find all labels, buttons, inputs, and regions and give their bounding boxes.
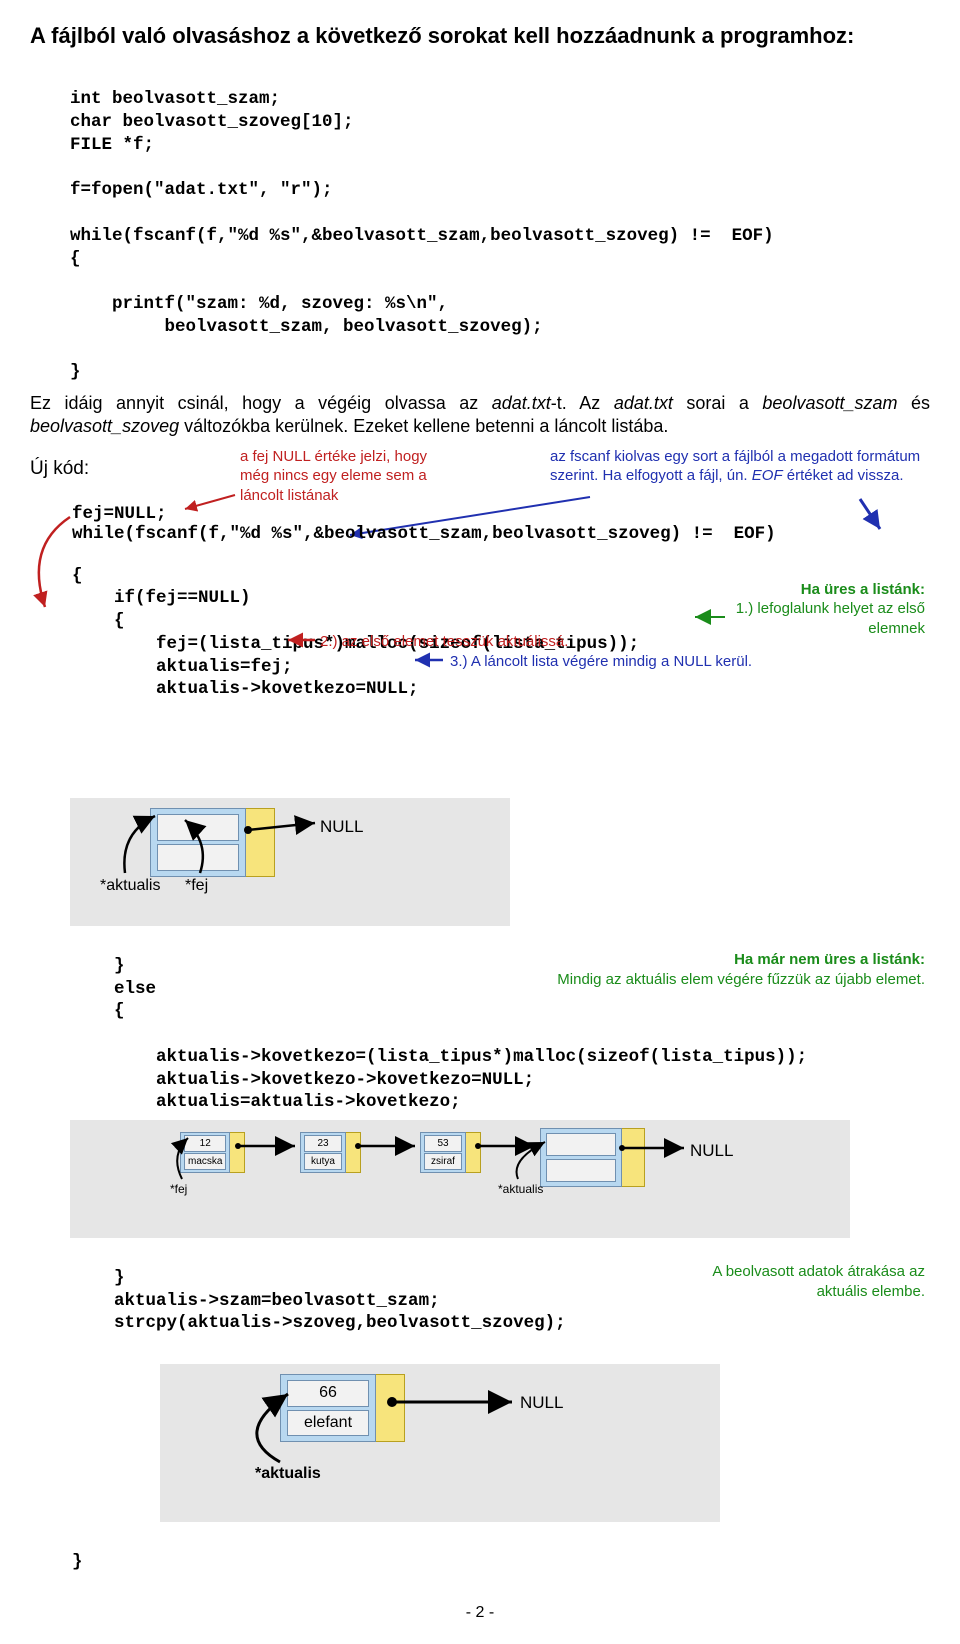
node-field — [546, 1133, 616, 1156]
diagram-filled-node: 66 elefant NULL *aktualis — [160, 1364, 720, 1522]
node-field: 23 — [304, 1135, 342, 1152]
node-next-cell — [622, 1128, 645, 1187]
annot-fscanf: az fscanf kiolvas egy sort a fájlból a m… — [550, 447, 930, 486]
code-line: FILE *f; — [70, 135, 154, 155]
node-next-cell — [346, 1132, 361, 1173]
node-next-cell — [466, 1132, 481, 1173]
para-text: sorai a — [673, 393, 763, 413]
annot-text: értéket ad vissza. — [783, 467, 904, 484]
list-node — [540, 1128, 622, 1187]
node-field — [546, 1159, 616, 1182]
ptr-aktualis: *aktualis — [255, 1464, 321, 1485]
code-line: while(fscanf(f,"%d %s",&beolvasott_szam,… — [70, 226, 774, 246]
null-label: NULL — [690, 1140, 733, 1162]
code-line: int beolvasott_szam; — [70, 89, 280, 109]
heading: A fájlból való olvasáshoz a következő so… — [30, 22, 930, 51]
code-line: { — [30, 566, 83, 586]
node-next-cell — [376, 1374, 405, 1443]
code-line: aktualis=aktualis->kovetkezo; — [30, 1092, 461, 1112]
code-line: char beolvasott_szoveg[10]; — [70, 112, 354, 132]
explain-paragraph: Ez idáig annyit csinál, hogy a végéig ol… — [30, 392, 930, 439]
code-line: printf("szam: %d, szoveg: %s\n", — [70, 294, 448, 314]
annot-step2: 2.) az első elemet tesszük aktuálissá. — [320, 632, 590, 652]
code-line: } — [30, 956, 125, 976]
list-node: 12 macska — [180, 1132, 230, 1173]
node-next-cell — [246, 808, 275, 877]
list-node: 66 elefant — [280, 1374, 376, 1443]
ptr-aktualis: *aktualis — [498, 1182, 543, 1198]
code-block-2: { if(fej==NULL) { fej=(lista_tipus*)mall… — [30, 542, 930, 792]
node-field: 12 — [184, 1135, 226, 1152]
code-line: { — [30, 1001, 125, 1021]
annot-text: Ha már nem üres a listánk: — [734, 951, 925, 968]
para-text-italic: beolvasott_szoveg — [30, 416, 179, 436]
list-node: 53 zsiraf — [420, 1132, 466, 1173]
null-label: NULL — [520, 1392, 563, 1414]
code-line: aktualis->kovetkezo=(lista_tipus*)malloc… — [30, 1047, 807, 1067]
para-text: Ez idáig annyit csinál, hogy a végéig ol… — [30, 393, 492, 413]
annot-text: Mindig az aktuális elem végére fűzzük az… — [557, 971, 925, 988]
node-field: 53 — [424, 1135, 462, 1152]
node-field: macska — [184, 1153, 226, 1170]
ptr-fej: *fej — [185, 876, 208, 897]
code-line: } — [30, 1268, 125, 1288]
code-line: beolvasott_szam, beolvasott_szoveg); — [70, 317, 543, 337]
node-field: 66 — [287, 1380, 369, 1407]
node-field: zsiraf — [424, 1153, 462, 1170]
diagram-empty-list: NULL *aktualis *fej — [70, 798, 510, 926]
diagram-arrows — [160, 1364, 700, 1494]
annot-fej-null: a fej NULL értéke jelzi, hogy még nincs … — [240, 447, 455, 506]
code-block-4: } aktualis->szam=beolvasott_szam; strcpy… — [30, 1244, 930, 1358]
para-text: -t. Az — [551, 393, 614, 413]
node-field — [157, 814, 239, 841]
code-line: aktualis->kovetkezo=NULL; — [30, 679, 419, 699]
node-field: elefant — [287, 1410, 369, 1437]
ptr-fej: *fej — [170, 1182, 187, 1198]
para-text-italic: beolvasott_szam — [762, 393, 897, 413]
diagram-nonempty-list: 12 macska 23 kutya 53 zsiraf — [70, 1120, 850, 1238]
code-line: else — [30, 979, 156, 999]
node-next-cell — [230, 1132, 245, 1173]
code-line: f=fopen("adat.txt", "r"); — [70, 180, 333, 200]
code-line: strcpy(aktualis->szoveg,beolvasott_szove… — [30, 1313, 566, 1333]
ptr-aktualis: *aktualis — [100, 876, 160, 897]
annot-text-italic: EOF — [752, 467, 783, 484]
para-text: és — [897, 393, 930, 413]
code-line: aktualis=fej; — [30, 657, 293, 677]
code-line: } — [70, 362, 81, 382]
list-node — [150, 808, 246, 877]
annot-nonempty: Ha már nem üres a listánk: Mindig az akt… — [525, 950, 925, 989]
code-line: aktualis->kovetkezo->kovetkezo=NULL; — [30, 1070, 534, 1090]
node-field: kutya — [304, 1153, 342, 1170]
code-line: { — [30, 611, 125, 631]
annot-copy: A beolvasott adatok átrakása az aktuális… — [685, 1262, 925, 1301]
node-field — [157, 844, 239, 871]
code-block-5: } — [30, 1528, 930, 1574]
code-line: } — [30, 1552, 83, 1572]
annot-empty-list: Ha üres a listánk: 1.) lefoglalunk helye… — [735, 580, 925, 639]
page-number: - 2 - — [30, 1603, 930, 1624]
list-node: 23 kutya — [300, 1132, 346, 1173]
code-line: aktualis->szam=beolvasott_szam; — [30, 1291, 440, 1311]
code-line: { — [70, 249, 81, 269]
null-label: NULL — [320, 816, 363, 838]
annot-text: Ha üres a listánk: — [801, 581, 925, 598]
annot-text: 1.) lefoglalunk helyet az első elemnek — [736, 600, 925, 637]
code-block-3: } else { Ha már nem üres a listánk: Mind… — [30, 932, 930, 1114]
new-code-label: Új kód: — [30, 457, 89, 482]
annot-step3: 3.) A láncolt lista végére mindig a NULL… — [450, 652, 830, 672]
para-text-italic: adat.txt — [614, 393, 673, 413]
code-block-1: int beolvasott_szam; char beolvasott_szo… — [70, 66, 930, 385]
para-text: változókba kerülnek. Ezeket kellene bete… — [179, 416, 668, 436]
code-line: if(fej==NULL) — [30, 588, 251, 608]
para-text-italic: adat.txt — [492, 393, 551, 413]
